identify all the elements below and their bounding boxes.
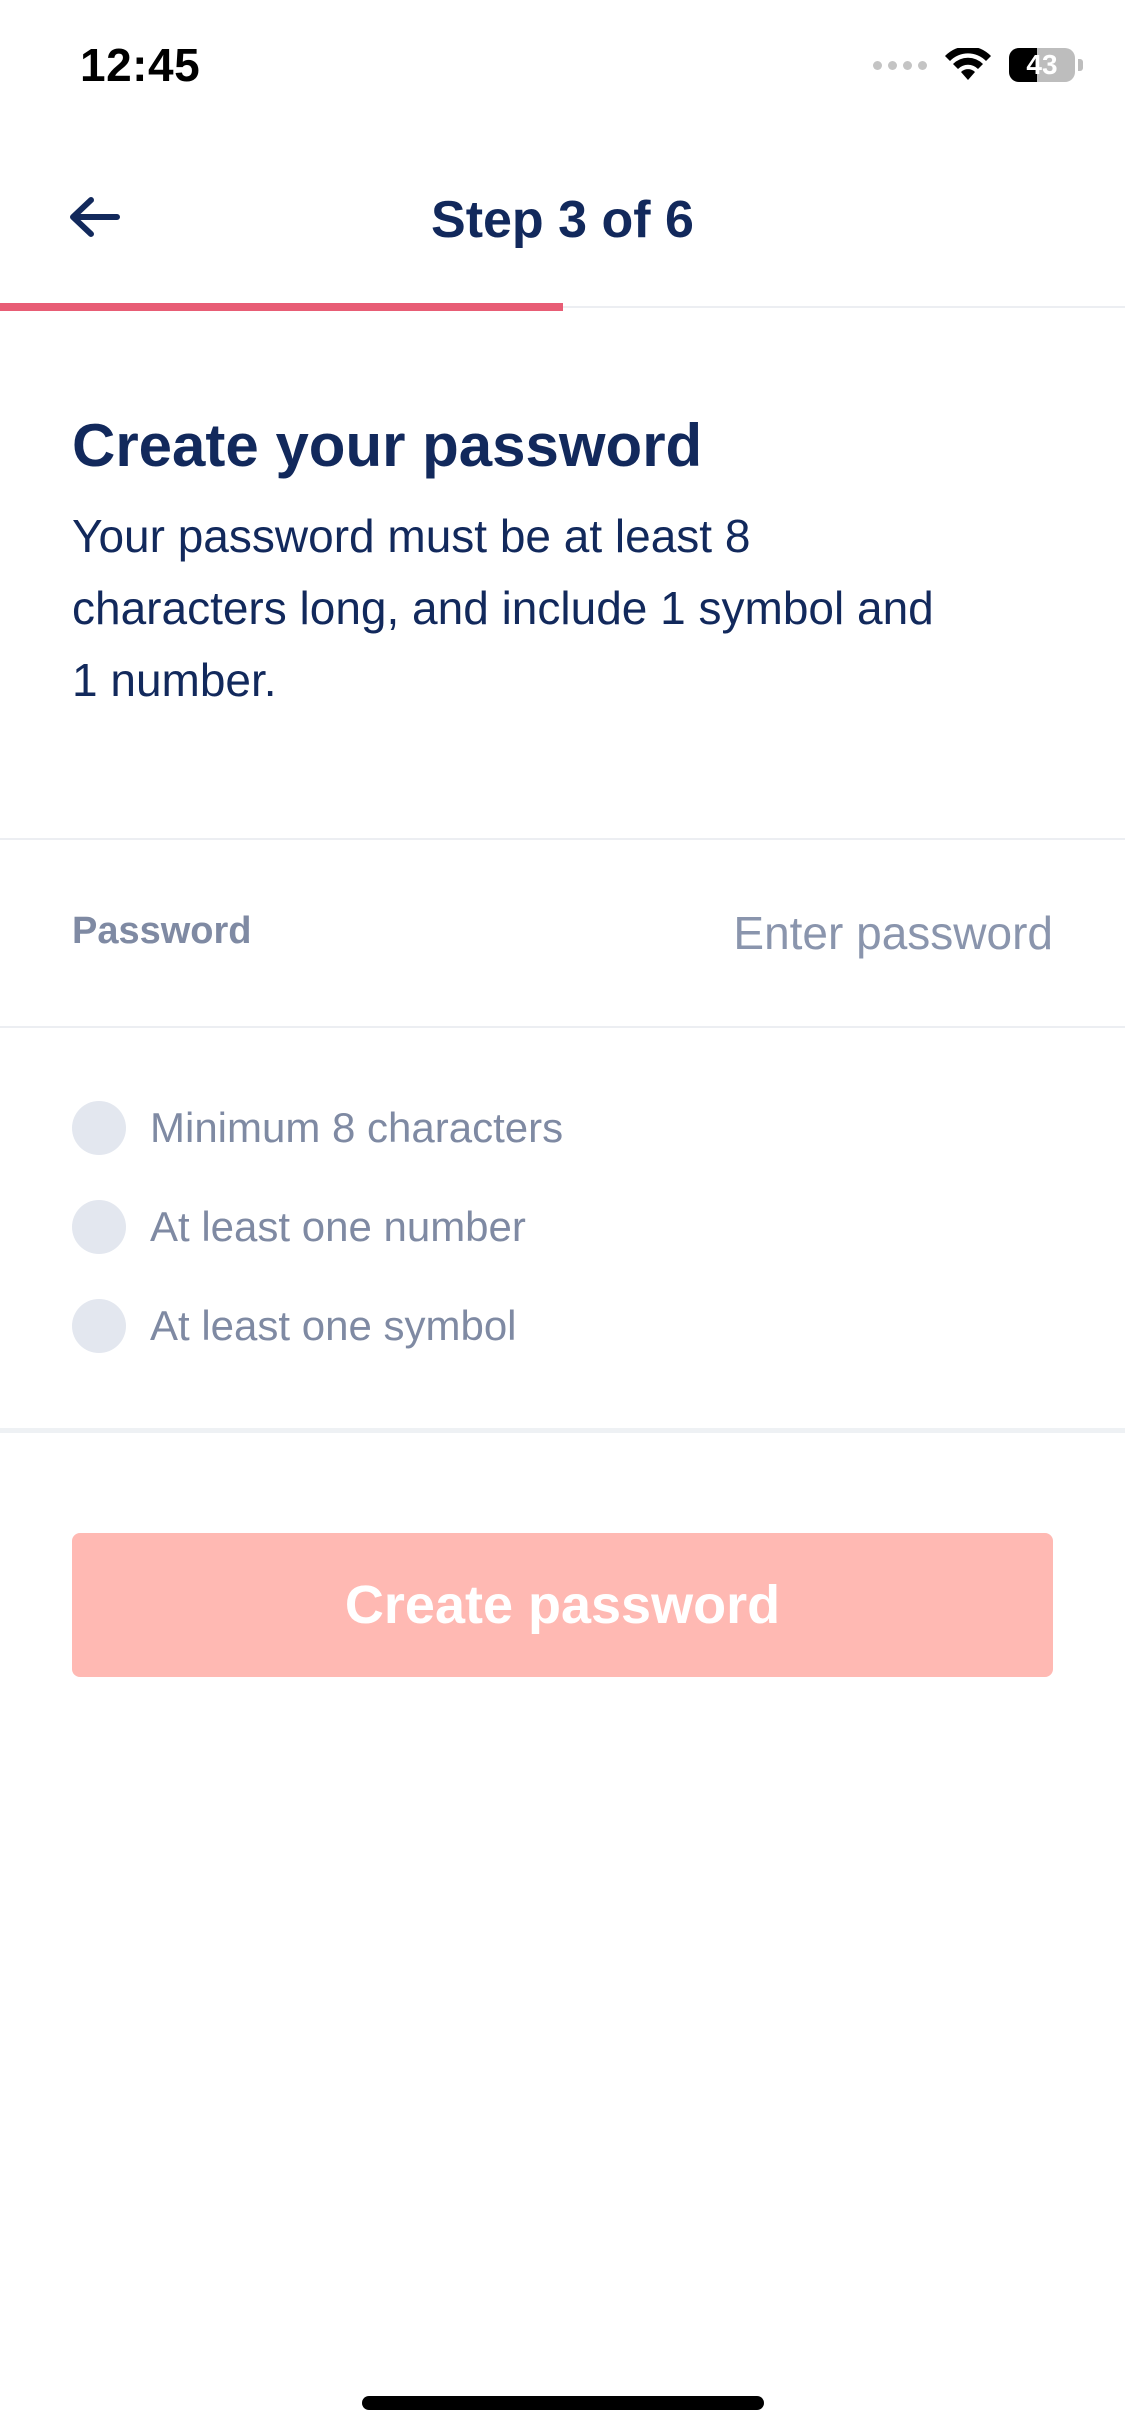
step-progress-fill	[0, 303, 563, 311]
battery-icon: 43	[1009, 48, 1075, 82]
description-line-1: Your password must be at least 8	[72, 510, 751, 562]
password-input[interactable]	[493, 898, 1053, 968]
battery-cap	[1078, 59, 1083, 71]
battery-level: 43	[1026, 49, 1058, 80]
status-time: 12:45	[80, 39, 201, 91]
step-progress-bar	[0, 303, 1125, 311]
password-label: Password	[72, 910, 252, 952]
section-divider	[0, 1428, 1125, 1433]
rule-status-indicator-icon	[72, 1200, 126, 1254]
password-requirements-description: Your password must be at least 8 charact…	[72, 500, 1062, 716]
header: Step 3 of 6	[0, 140, 1125, 308]
rule-status-indicator-icon	[72, 1101, 126, 1155]
password-row: Password	[0, 838, 1125, 1028]
status-bar: 12:45 43	[0, 0, 1125, 140]
cellular-signal-icon	[873, 60, 927, 70]
step-title: Step 3 of 6	[431, 191, 694, 249]
description-line-3: 1 number.	[72, 654, 277, 706]
home-indicator[interactable]	[362, 2396, 764, 2410]
intro-section: Create your password Your password must …	[72, 410, 1062, 716]
rule-one-symbol: At least one symbol	[72, 1298, 563, 1354]
rule-label: At least one number	[150, 1203, 526, 1250]
description-line-2: characters long, and include 1 symbol an…	[72, 582, 934, 634]
page-title: Create your password	[72, 412, 703, 479]
rule-one-number: At least one number	[72, 1199, 563, 1255]
rule-label: Minimum 8 characters	[150, 1104, 564, 1151]
rule-status-indicator-icon	[72, 1299, 126, 1353]
create-password-button[interactable]: Create password	[72, 1533, 1053, 1677]
rule-minimum-length: Minimum 8 characters	[72, 1100, 563, 1156]
status-icons: 43	[873, 48, 1083, 82]
password-rules-list: Minimum 8 characters At least one number…	[72, 1100, 563, 1397]
rule-label: At least one symbol	[150, 1302, 517, 1349]
wifi-icon	[945, 48, 991, 80]
